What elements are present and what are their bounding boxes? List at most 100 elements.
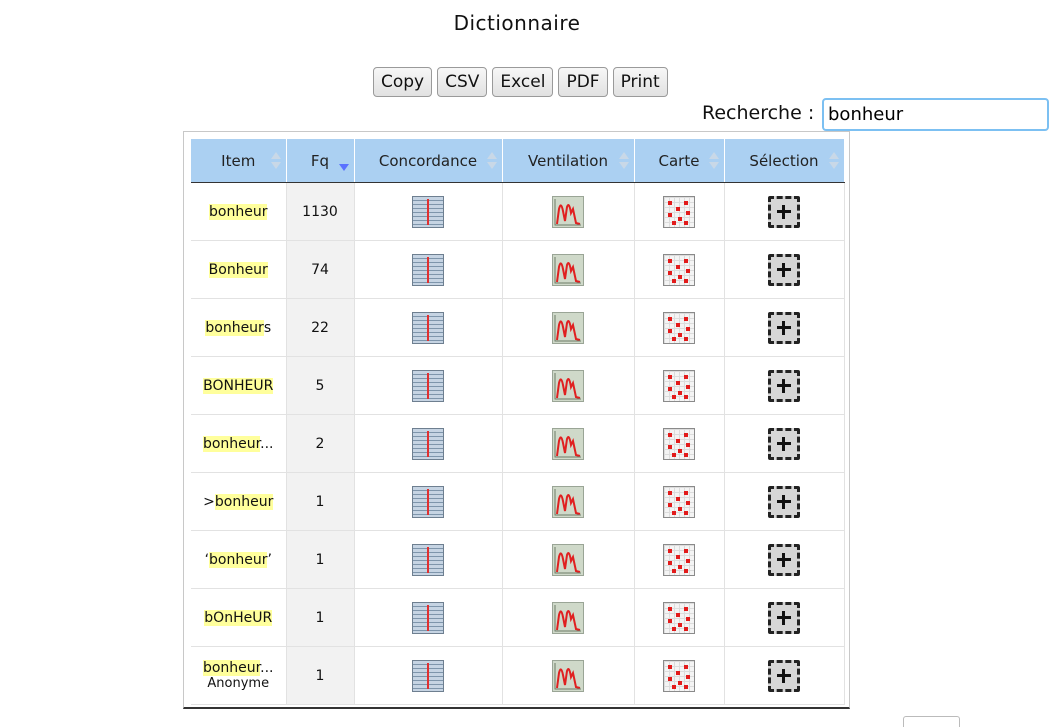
column-header-label: Sélection <box>749 151 819 170</box>
item-suffix: ... <box>260 435 274 452</box>
copy-button[interactable]: Copy <box>373 67 433 97</box>
table-row: bonheurs 22 <box>191 298 845 357</box>
item-match-highlight: bOnHeUR <box>204 609 273 626</box>
concordance-cell <box>354 182 503 241</box>
ventilation-cell <box>502 530 635 589</box>
item-cell[interactable]: Bonheur <box>191 240 287 299</box>
item-match-highlight: bonheur <box>214 493 274 510</box>
select-plus-icon[interactable] <box>768 485 800 518</box>
select-plus-icon[interactable] <box>768 195 800 228</box>
csv-button[interactable]: CSV <box>437 67 488 97</box>
ventilation-chart-icon[interactable] <box>552 369 584 402</box>
select-plus-icon[interactable] <box>768 601 800 634</box>
dictionary-table-container: Item Fq Concordance Ventilation Carte Sé… <box>183 131 850 709</box>
page-title: Dictionnaire <box>453 11 581 35</box>
ventilation-chart-icon[interactable] <box>552 543 584 576</box>
table-body: bonheur 1130 Bonheur 74 bonheurs 22 BONHEUR 5 bo… <box>191 182 845 705</box>
selection-cell <box>724 298 845 357</box>
concordance-icon[interactable] <box>412 427 444 460</box>
column-header-item[interactable]: Item <box>191 139 287 183</box>
carte-cell <box>634 298 725 357</box>
item-match-highlight: bonheur <box>202 435 261 452</box>
select-plus-icon[interactable] <box>768 659 800 692</box>
frequency-cell: 5 <box>286 356 355 415</box>
item-match-highlight: BONHEUR <box>203 377 274 394</box>
ventilation-chart-icon[interactable] <box>552 601 584 634</box>
column-header-carte[interactable]: Carte <box>634 139 725 183</box>
column-header-fq[interactable]: Fq <box>286 139 355 183</box>
search-input[interactable] <box>822 98 1049 131</box>
print-button[interactable]: Print <box>612 67 668 97</box>
ventilation-chart-icon[interactable] <box>552 659 584 692</box>
ventilation-chart-icon[interactable] <box>552 311 584 344</box>
concordance-icon[interactable] <box>412 543 444 576</box>
table-row: >bonheur 1 <box>191 472 845 531</box>
column-header-label: Carte <box>658 151 700 170</box>
search-label: Recherche : <box>702 102 815 124</box>
frequency-cell: 22 <box>286 298 355 357</box>
item-cell[interactable]: bonheur... <box>191 414 287 473</box>
excel-button[interactable]: Excel <box>492 67 554 97</box>
map-grid-icon[interactable] <box>663 369 695 402</box>
item-cell[interactable]: bOnHeUR <box>191 588 287 647</box>
ventilation-chart-icon[interactable] <box>552 427 584 460</box>
sort-icon <box>270 152 281 170</box>
table-row: ‘bonheur’ 1 <box>191 530 845 589</box>
map-grid-icon[interactable] <box>663 427 695 460</box>
sort-descending-icon <box>338 152 349 171</box>
column-header-label: Ventilation <box>528 151 608 170</box>
concordance-icon[interactable] <box>412 659 444 692</box>
select-plus-icon[interactable] <box>768 543 800 576</box>
select-plus-icon[interactable] <box>768 311 800 344</box>
frequency-cell: 1 <box>286 530 355 589</box>
table-row: bonheur... Anonyme 1 <box>191 646 845 705</box>
item-cell[interactable]: ‘bonheur’ <box>191 530 287 589</box>
concordance-icon[interactable] <box>412 485 444 518</box>
column-header-ventilation[interactable]: Ventilation <box>502 139 635 183</box>
map-grid-icon[interactable] <box>663 311 695 344</box>
map-grid-icon[interactable] <box>663 195 695 228</box>
ventilation-chart-icon[interactable] <box>552 485 584 518</box>
concordance-cell <box>354 530 503 589</box>
column-header-selection[interactable]: Sélection <box>724 139 845 183</box>
selection-cell <box>724 356 845 415</box>
ventilation-cell <box>502 646 635 705</box>
select-plus-icon[interactable] <box>768 427 800 460</box>
map-grid-icon[interactable] <box>663 485 695 518</box>
item-cell[interactable]: bonheurs <box>191 298 287 357</box>
concordance-icon[interactable] <box>412 369 444 402</box>
item-cell[interactable]: >bonheur <box>191 472 287 531</box>
item-cell[interactable]: BONHEUR <box>191 356 287 415</box>
select-plus-icon[interactable] <box>768 369 800 402</box>
table-header-row: Item Fq Concordance Ventilation Carte Sé… <box>191 139 845 183</box>
concordance-icon[interactable] <box>412 253 444 286</box>
concordance-icon[interactable] <box>412 601 444 634</box>
item-suffix: ’ <box>267 551 272 568</box>
column-header-concordance[interactable]: Concordance <box>354 139 503 183</box>
select-plus-icon[interactable] <box>768 253 800 286</box>
pdf-button[interactable]: PDF <box>558 67 608 97</box>
frequency-cell: 74 <box>286 240 355 299</box>
selection-cell <box>724 240 845 299</box>
item-cell[interactable]: bonheur <box>191 182 287 241</box>
frequency-cell: 1 <box>286 588 355 647</box>
item-cell[interactable]: bonheur... Anonyme <box>191 646 287 705</box>
frequency-cell: 1 <box>286 646 355 705</box>
item-match-highlight: bonheur <box>209 203 268 220</box>
ventilation-cell <box>502 240 635 299</box>
map-grid-icon[interactable] <box>663 253 695 286</box>
ventilation-chart-icon[interactable] <box>552 195 584 228</box>
ventilation-chart-icon[interactable] <box>552 253 584 286</box>
selection-cell <box>724 588 845 647</box>
map-grid-icon[interactable] <box>663 659 695 692</box>
map-grid-icon[interactable] <box>663 543 695 576</box>
sort-icon <box>828 152 839 170</box>
concordance-icon[interactable] <box>412 195 444 228</box>
concordance-cell <box>354 240 503 299</box>
carte-cell <box>634 414 725 473</box>
ventilation-cell <box>502 356 635 415</box>
sort-icon <box>486 152 497 170</box>
concordance-icon[interactable] <box>412 311 444 344</box>
carte-cell <box>634 240 725 299</box>
map-grid-icon[interactable] <box>663 601 695 634</box>
